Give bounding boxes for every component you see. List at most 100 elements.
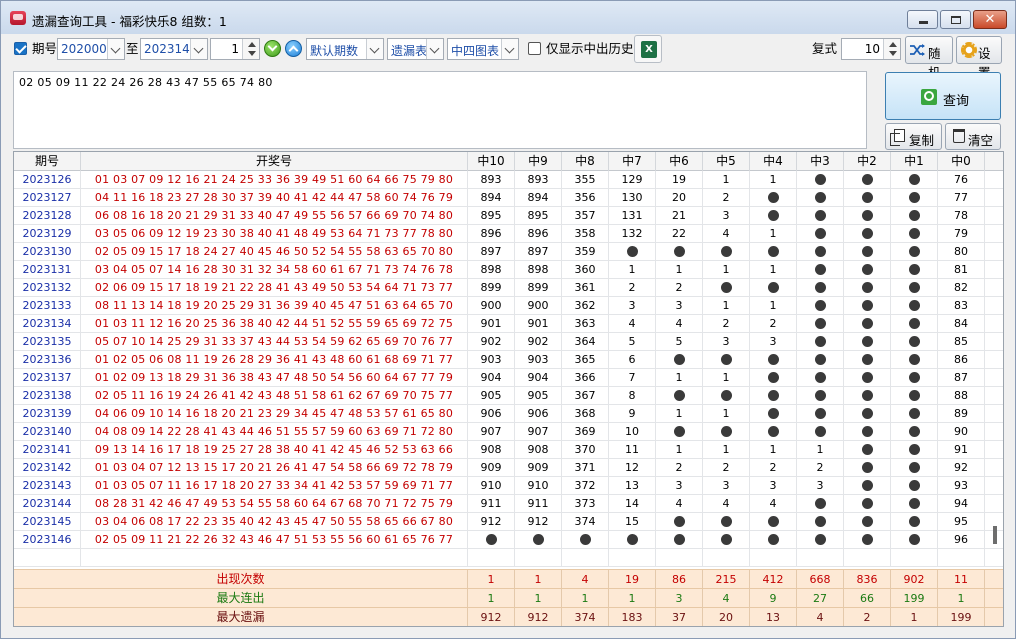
table-row[interactable]: 2023139 04 06 09 10 14 16 18 20 21 23 29 … bbox=[14, 405, 1003, 423]
spinner-arrows[interactable] bbox=[883, 39, 900, 59]
to-period-combo[interactable]: 2023146 bbox=[140, 38, 208, 60]
hit-dot-icon bbox=[861, 443, 873, 455]
up-arrow-button[interactable] bbox=[285, 40, 302, 57]
close-button[interactable]: ✕ bbox=[973, 10, 1007, 29]
chevron-down-icon[interactable] bbox=[366, 39, 383, 59]
random-button[interactable]: 随机 bbox=[905, 36, 953, 80]
period-cell: 2023135 bbox=[14, 333, 81, 351]
hit-dot-icon bbox=[908, 425, 920, 437]
table-row[interactable]: 2023133 08 11 13 14 18 19 20 25 29 31 36 … bbox=[14, 297, 1003, 315]
miss-count-cell bbox=[844, 261, 891, 279]
summary-value: 37 bbox=[656, 608, 703, 626]
chevron-down-icon[interactable] bbox=[190, 39, 207, 59]
table-row[interactable]: 2023146 02 05 09 11 21 22 26 32 43 46 47 … bbox=[14, 531, 1003, 549]
period-cell: 2023142 bbox=[14, 459, 81, 477]
table-row[interactable]: 2023134 01 03 11 12 16 20 25 36 38 40 42 … bbox=[14, 315, 1003, 333]
period-mode-combo[interactable]: 默认期数 bbox=[306, 38, 384, 60]
empty-cell bbox=[938, 549, 985, 567]
numbers-input[interactable]: 02 05 09 11 22 24 26 28 43 47 55 65 74 8… bbox=[13, 71, 867, 149]
chevron-down-icon[interactable] bbox=[501, 39, 518, 59]
empty-cell bbox=[515, 549, 562, 567]
excel-icon: X bbox=[641, 41, 657, 58]
miss-count-cell: 87 bbox=[938, 369, 985, 387]
table-row[interactable]: 2023137 01 02 09 13 18 29 31 36 38 43 47 … bbox=[14, 369, 1003, 387]
clear-button[interactable]: 清空 bbox=[945, 123, 1001, 150]
hit-dot-icon bbox=[673, 515, 685, 527]
miss-count-cell: 96 bbox=[938, 531, 985, 549]
chevron-down-icon[interactable] bbox=[107, 39, 124, 59]
query-button[interactable]: 查询 bbox=[885, 72, 1001, 120]
table-row[interactable]: 2023131 03 04 05 07 14 16 28 30 31 32 34 … bbox=[14, 261, 1003, 279]
column-header: 中9 bbox=[515, 152, 562, 171]
hit-dot-icon bbox=[720, 515, 732, 527]
hit-dot-icon bbox=[861, 533, 873, 545]
table-row[interactable]: 2023126 01 03 07 09 12 16 21 24 25 33 36 … bbox=[14, 171, 1003, 189]
down-arrow-button[interactable] bbox=[264, 40, 281, 57]
table-row[interactable]: 2023127 04 11 16 18 23 27 28 30 37 39 40 … bbox=[14, 189, 1003, 207]
hit-dot-icon bbox=[720, 281, 732, 293]
chevron-down-icon[interactable] bbox=[426, 39, 443, 59]
hit-dot-icon bbox=[767, 407, 779, 419]
miss-count-cell bbox=[656, 423, 703, 441]
hit-dot-icon bbox=[908, 371, 920, 383]
table-row[interactable]: 2023143 01 03 05 07 11 16 17 18 20 27 33 … bbox=[14, 477, 1003, 495]
miss-count-cell bbox=[891, 495, 938, 513]
draw-numbers-cell: 01 03 11 12 16 20 25 36 38 40 42 44 51 5… bbox=[81, 315, 468, 333]
step-spinner[interactable]: 1 bbox=[210, 38, 260, 60]
miss-count-cell bbox=[703, 243, 750, 261]
summary-label: 最大遗漏 bbox=[14, 608, 468, 626]
miss-count-cell bbox=[562, 531, 609, 549]
table-row[interactable]: 2023142 01 03 04 07 12 13 15 17 20 21 26 … bbox=[14, 459, 1003, 477]
miss-count-cell: 3 bbox=[609, 297, 656, 315]
summary-value: 20 bbox=[703, 608, 750, 626]
chart-mode-combo[interactable]: 中四图表 bbox=[447, 38, 519, 60]
table-row[interactable]: 2023141 09 13 14 16 17 18 19 25 27 28 38 … bbox=[14, 441, 1003, 459]
period-label: 期号 bbox=[32, 41, 58, 56]
table-row[interactable]: 2023138 02 05 11 16 19 24 26 41 42 43 48 … bbox=[14, 387, 1003, 405]
summary-value: 1 bbox=[891, 608, 938, 626]
table-row[interactable]: 2023128 06 08 16 18 20 21 29 31 33 40 47 … bbox=[14, 207, 1003, 225]
from-period-combo[interactable]: 2020001 bbox=[57, 38, 125, 60]
miss-count-cell: 909 bbox=[468, 459, 515, 477]
table-row[interactable]: 2023136 01 02 05 06 08 11 19 26 28 29 36 … bbox=[14, 351, 1003, 369]
minimize-button[interactable] bbox=[907, 10, 938, 29]
show-history-checkbox[interactable] bbox=[528, 42, 541, 55]
miss-count-cell: 902 bbox=[515, 333, 562, 351]
period-cell: 2023126 bbox=[14, 171, 81, 189]
fushi-spinner[interactable]: 10 bbox=[841, 38, 901, 60]
hit-dot-icon bbox=[861, 371, 873, 383]
miss-count-cell bbox=[750, 369, 797, 387]
period-checkbox[interactable] bbox=[14, 42, 27, 55]
miss-count-cell: 132 bbox=[609, 225, 656, 243]
miss-count-cell bbox=[797, 243, 844, 261]
hit-dot-icon bbox=[908, 407, 920, 419]
table-row[interactable]: 2023130 02 05 09 15 17 18 24 27 40 45 46 … bbox=[14, 243, 1003, 261]
table-row[interactable]: 2023144 08 28 31 42 46 47 49 53 54 55 58 … bbox=[14, 495, 1003, 513]
results-table[interactable]: 期号 开奖号 中10 中9 中8 中7 中6 中5 中4 中3 中2 中1 中0 2023126 01 0… bbox=[13, 151, 1004, 627]
spinner-arrows[interactable] bbox=[242, 39, 259, 59]
draw-numbers-cell: 01 03 04 07 12 13 15 17 20 21 26 41 47 5… bbox=[81, 459, 468, 477]
period-cell: 2023137 bbox=[14, 369, 81, 387]
hit-dot-icon bbox=[720, 425, 732, 437]
table-row[interactable]: 2023145 03 04 06 08 17 22 23 35 40 42 43 … bbox=[14, 513, 1003, 531]
settings-button[interactable]: 设置 bbox=[956, 36, 1002, 80]
column-header: 期号 bbox=[14, 152, 81, 171]
miss-count-cell: 130 bbox=[609, 189, 656, 207]
miss-count-cell: 895 bbox=[468, 207, 515, 225]
table-row[interactable]: 2023140 04 08 09 14 22 28 41 43 44 46 51 … bbox=[14, 423, 1003, 441]
table-mode-combo[interactable]: 遗漏表 bbox=[387, 38, 444, 60]
miss-count-cell bbox=[656, 351, 703, 369]
excel-export-button[interactable]: X bbox=[634, 35, 662, 63]
empty-cell bbox=[609, 549, 656, 567]
copy-label: 复制 bbox=[909, 133, 935, 148]
table-row[interactable]: 2023135 05 07 10 14 25 29 31 33 37 43 44 … bbox=[14, 333, 1003, 351]
miss-count-cell bbox=[797, 189, 844, 207]
maximize-button[interactable] bbox=[940, 10, 971, 29]
copy-button[interactable]: 复制 bbox=[885, 123, 942, 150]
table-row[interactable]: 2023132 02 06 09 15 17 18 19 21 22 28 41 … bbox=[14, 279, 1003, 297]
hit-dot-icon bbox=[908, 281, 920, 293]
scrollbar-thumb[interactable] bbox=[993, 526, 997, 544]
table-row[interactable]: 2023129 03 05 06 09 12 19 23 30 38 40 41 … bbox=[14, 225, 1003, 243]
miss-count-cell: 908 bbox=[468, 441, 515, 459]
miss-count-cell: 78 bbox=[938, 207, 985, 225]
